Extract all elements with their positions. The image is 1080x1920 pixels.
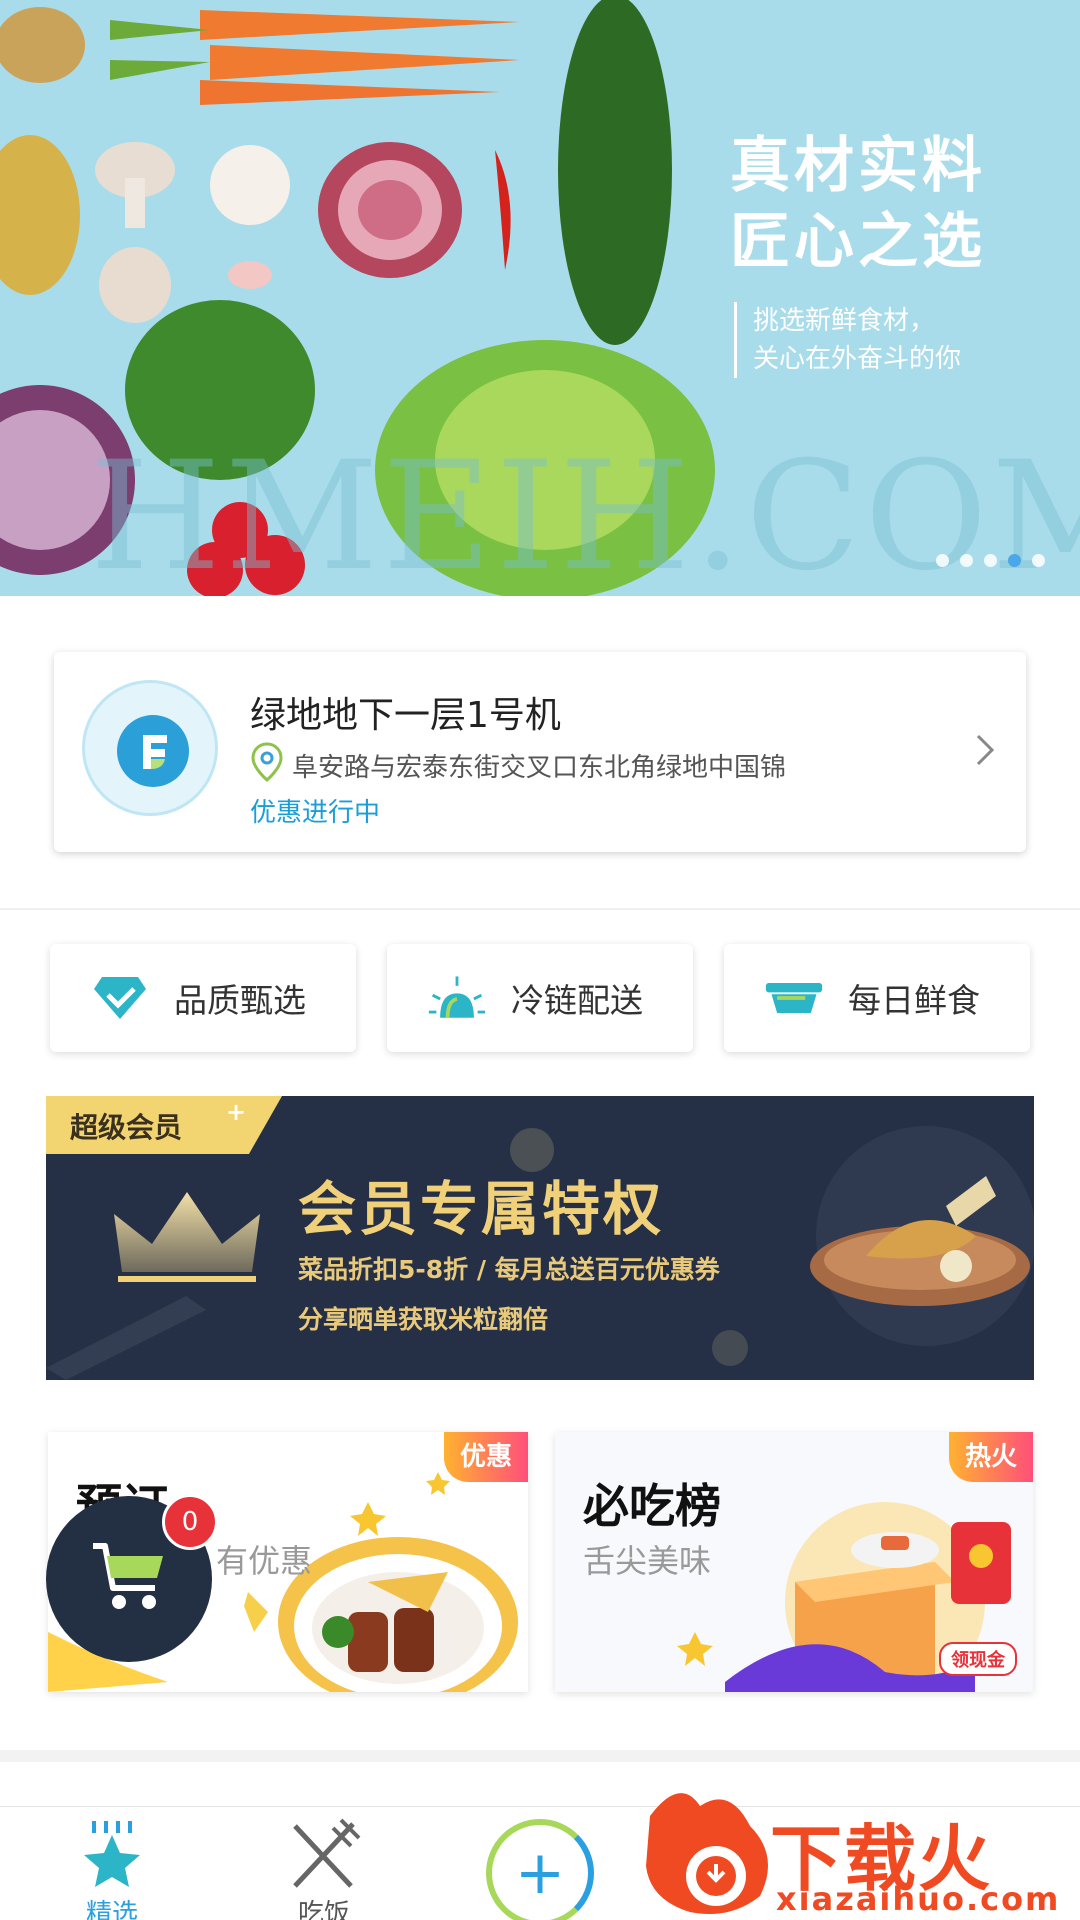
feature-label: 冷链配送 (511, 981, 643, 1020)
feature-label: 每日鲜食 (848, 981, 980, 1020)
machine-address-text: 阜安路与宏泰东街交叉口东北角绿地中国锦 (292, 753, 787, 783)
star-icon (32, 1817, 192, 1891)
fork-knife-icon (244, 1817, 404, 1891)
vip-banner[interactable]: 超级会员 + 会员专属特权 菜品折扣5-8折 / 每月总送百元优惠券 分享晒单获… (46, 1096, 1034, 1380)
feature-quality[interactable]: 品质甄选 (50, 944, 356, 1052)
food-plate-image (806, 1136, 1034, 1340)
machine-card[interactable]: 绿地地下一层1号机 阜安路与宏泰东街交叉口东北角绿地中国锦 优惠进行中 (54, 652, 1026, 852)
vip-title: 会员专属特权 (298, 1175, 665, 1243)
promo-subtitle: 舌尖美味 (583, 1542, 712, 1580)
hero-subline-line2: 关心在外奋斗的你 (753, 344, 962, 374)
carousel-dots[interactable] (936, 554, 1045, 567)
add-button[interactable]: + (486, 1819, 594, 1920)
machine-name: 绿地地下一层1号机 (250, 695, 561, 736)
promo-card-must-eat[interactable]: 热火 必吃榜 舌尖美味 领现金 (555, 1432, 1033, 1692)
machine-promo: 优惠进行中 (250, 798, 381, 828)
hero-banner[interactable]: HMEIH.COM 真材实料 匠心之选 挑选新鲜食材， 关心在外奋斗的你 (0, 0, 1080, 596)
cart-count-badge: 0 (162, 1494, 218, 1550)
hero-headline: 真材实料 匠心之选 (730, 128, 986, 280)
cash-reward-label: 领现金 (939, 1642, 1017, 1676)
carousel-dot[interactable] (1032, 554, 1045, 567)
light-icon (427, 973, 487, 1023)
vip-benefit-1: 菜品折扣5-8折 / 每月总送百元优惠券 (298, 1255, 720, 1284)
chevron-right-icon[interactable] (974, 732, 996, 772)
vip-tag-plus: + (226, 1098, 247, 1126)
machine-address: 阜安路与宏泰东街交叉口东北角绿地中国锦 (250, 742, 786, 789)
section-gap (0, 1750, 1080, 1762)
tab-label: 吃饭 (297, 1899, 350, 1920)
tab-featured[interactable]: 精选 (32, 1817, 192, 1920)
feature-label: 品质甄选 (174, 981, 306, 1020)
feature-daily-fresh[interactable]: 每日鲜食 (724, 944, 1030, 1052)
machine-logo (82, 680, 218, 816)
hero-watermark: HMEIH.COM (90, 430, 1080, 596)
crown-icon (112, 1188, 262, 1292)
promo-title: 必吃榜 (583, 1479, 721, 1533)
download-watermark-url: xiazaihuo.com (776, 1880, 1061, 1918)
vip-tag-text: 超级会员 (70, 1111, 183, 1144)
tab-meals[interactable]: 吃饭 (244, 1817, 404, 1920)
f-logo-icon (117, 715, 189, 787)
cart-icon (89, 1540, 169, 1618)
bowl-icon (764, 973, 824, 1023)
carousel-dot-active[interactable] (1008, 554, 1021, 567)
feature-cold-chain[interactable]: 冷链配送 (387, 944, 693, 1052)
promo-badge: 热火 (948, 1432, 1033, 1482)
carousel-dot[interactable] (936, 554, 949, 567)
promo-badge: 优惠 (443, 1432, 528, 1482)
hero-subline-line1: 挑选新鲜食材， (753, 306, 936, 336)
hero-headline-line1: 真材实料 (730, 131, 986, 201)
carousel-dot[interactable] (984, 554, 997, 567)
hero-headline-line2: 匠心之选 (730, 207, 986, 277)
promo-subtitle: 有优惠 (216, 1542, 313, 1580)
carousel-dot[interactable] (960, 554, 973, 567)
hero-subline: 挑选新鲜食材， 关心在外奋斗的你 (734, 302, 961, 378)
location-pin-icon (250, 742, 284, 789)
diamond-icon (90, 973, 150, 1023)
section-divider (0, 908, 1080, 910)
tab-label: 精选 (85, 1899, 138, 1920)
vip-benefit-2: 分享晒单获取米粒翻倍 (298, 1305, 549, 1334)
